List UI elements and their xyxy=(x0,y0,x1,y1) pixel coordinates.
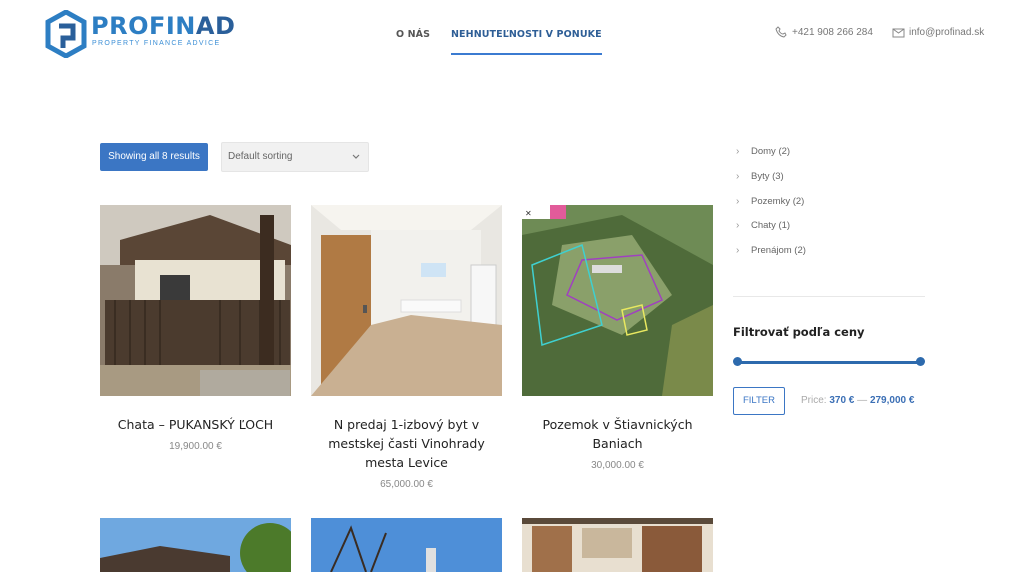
chevron-right-icon: › xyxy=(736,171,740,182)
price-filter-title: Filtrovať podľa ceny xyxy=(733,325,865,339)
product-image-interior[interactable] xyxy=(522,518,713,572)
nav-item-properties[interactable]: NEHNUTEĽNOSTI V PONUKE xyxy=(451,29,602,55)
product-image-street[interactable] xyxy=(311,518,502,572)
svg-text:✕: ✕ xyxy=(525,209,532,218)
logo-hexagon-icon xyxy=(45,10,87,58)
logo-wordmark: PROFINAD xyxy=(91,12,236,40)
sort-value: Default sorting xyxy=(228,151,293,162)
chevron-right-icon: › xyxy=(736,146,740,157)
site-header: PROFINAD PROPERTY FINANCE ADVICE O NÁS N… xyxy=(0,0,1024,70)
nav-item-about[interactable]: O NÁS xyxy=(396,29,430,40)
product-title[interactable]: Chata – PUKANSKÝ ĽOCH xyxy=(100,415,291,434)
chevron-right-icon: › xyxy=(736,245,740,256)
product-image-land-map[interactable]: ✕ xyxy=(522,205,713,396)
chevron-down-icon xyxy=(352,154,360,159)
product-title[interactable]: N predaj 1-izbový byt v mestskej časti V… xyxy=(311,415,502,472)
price-range-label: Price: 370 € — 279,000 € xyxy=(801,395,915,406)
product-image-house[interactable] xyxy=(100,518,291,572)
logo-tagline: PROPERTY FINANCE ADVICE xyxy=(92,40,221,47)
sidebar-divider xyxy=(733,296,925,297)
chevron-right-icon: › xyxy=(736,220,740,231)
price-slider-min-handle[interactable] xyxy=(733,357,742,366)
product-price: 65,000.00 € xyxy=(380,479,433,490)
price-max-value: 279,000 € xyxy=(869,395,915,406)
product-price: 30,000.00 € xyxy=(591,460,644,471)
price-min-value: 370 € xyxy=(829,395,855,406)
phone-icon xyxy=(775,26,787,38)
product-price: 19,900.00 € xyxy=(169,441,222,452)
price-slider-max-handle[interactable] xyxy=(916,357,925,366)
chevron-right-icon: › xyxy=(736,196,740,207)
price-slider-track[interactable] xyxy=(737,361,920,364)
filter-button[interactable]: FILTER xyxy=(733,387,785,415)
results-count-button[interactable]: Showing all 8 results xyxy=(100,143,208,171)
sort-select[interactable]: Default sorting xyxy=(221,142,369,172)
mail-icon xyxy=(892,28,905,38)
phone-text: +421 908 266 284 xyxy=(792,27,873,38)
product-image-cabin[interactable] xyxy=(100,205,291,396)
email-text: info@profinad.sk xyxy=(909,27,985,38)
product-image-flat[interactable] xyxy=(311,205,502,396)
product-title[interactable]: Pozemok v Štiavnických Baniach xyxy=(522,415,713,453)
site-logo[interactable]: PROFINAD PROPERTY FINANCE ADVICE xyxy=(45,10,235,58)
